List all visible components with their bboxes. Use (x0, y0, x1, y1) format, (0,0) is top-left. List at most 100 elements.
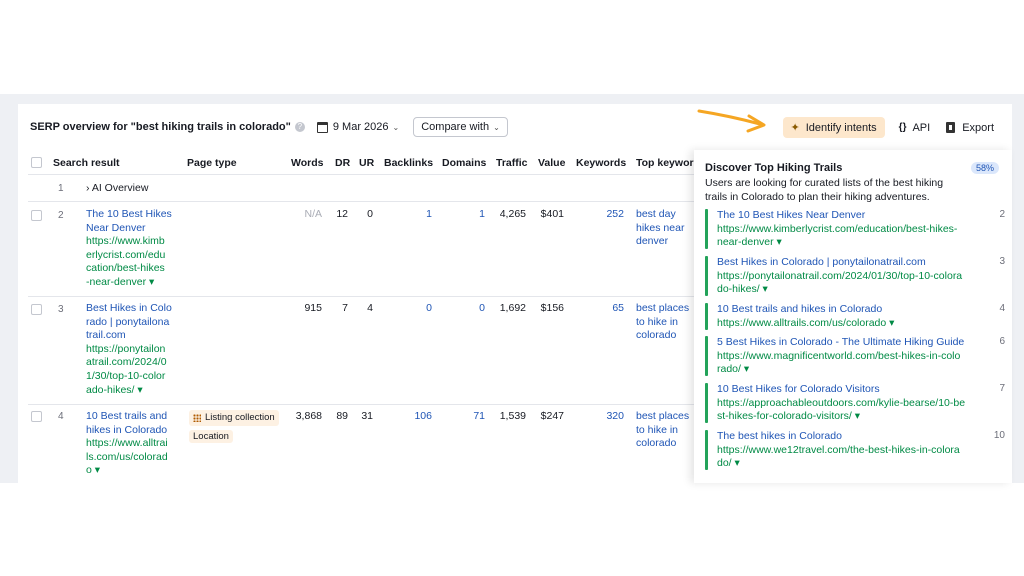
intent-result-url-link[interactable]: rado/ ▾ (717, 363, 964, 377)
keywords-link[interactable]: 320 (590, 410, 624, 424)
intent-result-rank: 10 (993, 430, 1005, 441)
result-url-line: ado-hikes/ ▾ (86, 383, 143, 396)
intent-result-url-link[interactable]: st-hikes-for-colorado-visitors/ ▾ (717, 410, 965, 424)
domains-link[interactable]: 0 (455, 302, 485, 316)
intent-result-title-link[interactable]: The 10 Best Hikes Near Denver (717, 209, 957, 223)
intent-result-url-link[interactable]: https://www.magnificentworld.com/best-hi… (717, 350, 964, 364)
result-url-line: ls.com/us/colorad (86, 450, 168, 463)
value-amount: $156 (540, 302, 564, 314)
intent-result-item: 10 Best Hikes for Colorado Visitors http… (705, 383, 1005, 423)
result-url-link[interactable]: https://ponytailon atrail.com/2024/0 1/3… (86, 343, 172, 397)
col-ur[interactable]: UR (359, 157, 374, 169)
intent-result-rank: 6 (999, 336, 1005, 347)
intent-result-item: The best hikes in Colorado https://www.w… (705, 430, 1005, 470)
search-result: 10 Best trails and hikes in Colorado htt… (86, 410, 168, 478)
top-keyword-line: to hike in (636, 315, 679, 328)
col-traffic[interactable]: Traffic (496, 157, 528, 169)
dr-value: 12 (336, 208, 348, 220)
intent-result-item: Best Hikes in Colorado | ponytailonatrai… (705, 256, 1005, 296)
intent-result: 10 Best Hikes for Colorado Visitors http… (717, 383, 965, 424)
words-value: 3,868 (295, 410, 322, 422)
ur-value: 0 (367, 208, 373, 220)
value-amount: $401 (540, 208, 564, 220)
traffic-value: 1,692 (499, 302, 526, 314)
intent-description-line: Users are looking for curated lists of t… (705, 177, 944, 189)
col-domains[interactable]: Domains (442, 157, 486, 169)
col-dr[interactable]: DR (335, 157, 350, 169)
divider (28, 201, 694, 202)
intent-bar (705, 209, 708, 249)
result-title-line: Near Denver (86, 221, 146, 234)
top-keyword-link[interactable]: best day hikes near denver (636, 208, 684, 249)
intent-bar (705, 336, 708, 376)
intent-result-item: The 10 Best Hikes Near Denver https://ww… (705, 209, 1005, 249)
intent-result-url-link[interactable]: https://www.we12travel.com/the-best-hike… (717, 444, 960, 458)
result-title-line: 10 Best trails and (86, 410, 168, 422)
row-checkbox[interactable] (31, 304, 42, 315)
ai-overview-toggle[interactable]: › AI Overview (86, 182, 148, 196)
intent-description: Users are looking for curated lists of t… (705, 176, 985, 204)
intent-result: 5 Best Hikes in Colorado - The Ultimate … (717, 336, 964, 377)
words-value: 915 (304, 302, 322, 314)
backlinks-link[interactable]: 1 (400, 208, 432, 222)
intent-result-url-link[interactable]: https://www.kimberlycrist.com/education/… (717, 223, 957, 237)
intent-result-url-link[interactable]: do-hikes/ ▾ (717, 283, 962, 297)
select-all-checkbox[interactable] (31, 157, 42, 168)
top-keyword-line: colorado (636, 437, 677, 450)
intent-result-url-link[interactable]: https://approachableoutdoors.com/kylie-b… (717, 397, 965, 411)
intent-result-title-link[interactable]: 10 Best trails and hikes in Colorado (717, 303, 894, 317)
row-checkbox[interactable] (31, 411, 42, 422)
intent-title: Discover Top Hiking Trails (705, 162, 843, 174)
keywords-link[interactable]: 252 (590, 208, 624, 222)
ur-value: 4 (367, 302, 373, 314)
intent-bar (705, 430, 708, 470)
result-url-line: atrail.com/2024/0 (86, 356, 167, 369)
result-url-line: https://www.kimb (86, 235, 165, 248)
result-url-line: https://www.alltrai (86, 437, 168, 450)
page-type-tags: Listing collection Location (189, 410, 279, 444)
divider (28, 404, 694, 405)
top-keyword-line: denver (636, 235, 669, 248)
row-checkbox[interactable] (31, 210, 42, 221)
backlinks-link[interactable]: 0 (400, 302, 432, 316)
result-title-link[interactable]: 10 Best trails and hikes in Colorado (86, 410, 168, 437)
col-keywords[interactable]: Keywords (576, 157, 626, 169)
top-keyword-link[interactable]: best places to hike in colorado (636, 410, 689, 451)
ur-value: 31 (361, 410, 373, 422)
intent-result-title-link[interactable]: 5 Best Hikes in Colorado - The Ultimate … (717, 336, 964, 350)
backlinks-link[interactable]: 106 (400, 410, 432, 424)
col-value[interactable]: Value (538, 157, 565, 169)
domains-link[interactable]: 71 (455, 410, 485, 424)
result-url-link[interactable]: https://www.kimb erlycrist.com/edu catio… (86, 235, 172, 289)
intent-result-url-link[interactable]: near-denver ▾ (717, 236, 957, 250)
page-type-tag: Listing collection (189, 410, 279, 426)
intent-result-title-link[interactable]: Best Hikes in Colorado | ponytailonatrai… (717, 256, 962, 270)
result-url-line: o ▾ (86, 464, 101, 477)
intent-result-rank: 7 (999, 383, 1005, 394)
result-title-line: rado | ponytailona (86, 315, 170, 328)
keywords-link[interactable]: 65 (590, 302, 624, 316)
page-type-label: Listing collection (205, 412, 275, 423)
result-title-line: hikes in Colorado (86, 423, 168, 436)
intent-bar (705, 383, 708, 423)
col-words[interactable]: Words (291, 157, 323, 169)
top-keyword-line: to hike in (636, 423, 679, 436)
col-page-type[interactable]: Page type (187, 157, 237, 169)
search-result: Best Hikes in Colo rado | ponytailona tr… (86, 302, 172, 397)
intent-result: The 10 Best Hikes Near Denver https://ww… (717, 209, 957, 250)
intent-result-url-link[interactable]: do/ ▾ (717, 457, 960, 471)
col-search-result[interactable]: Search result (53, 157, 120, 169)
top-keyword-link[interactable]: best places to hike in colorado (636, 302, 689, 343)
result-title-link[interactable]: The 10 Best Hikes Near Denver (86, 208, 172, 235)
col-top-keyword[interactable]: Top keyword (636, 157, 694, 169)
traffic-value: 1,539 (499, 410, 526, 422)
intent-result-title-link[interactable]: The best hikes in Colorado (717, 430, 960, 444)
col-backlinks[interactable]: Backlinks (384, 157, 433, 169)
intent-result: Best Hikes in Colorado | ponytailonatrai… (717, 256, 962, 297)
intent-result-url-link[interactable]: https://www.alltrails.com/us/colorado ▾ (717, 317, 894, 331)
domains-link[interactable]: 1 (455, 208, 485, 222)
result-url-link[interactable]: https://www.alltrai ls.com/us/colorad o … (86, 437, 168, 478)
result-title-link[interactable]: Best Hikes in Colo rado | ponytailona tr… (86, 302, 172, 343)
intent-result-title-link[interactable]: 10 Best Hikes for Colorado Visitors (717, 383, 965, 397)
intent-result-url-link[interactable]: https://ponytailonatrail.com/2024/01/30/… (717, 270, 962, 284)
